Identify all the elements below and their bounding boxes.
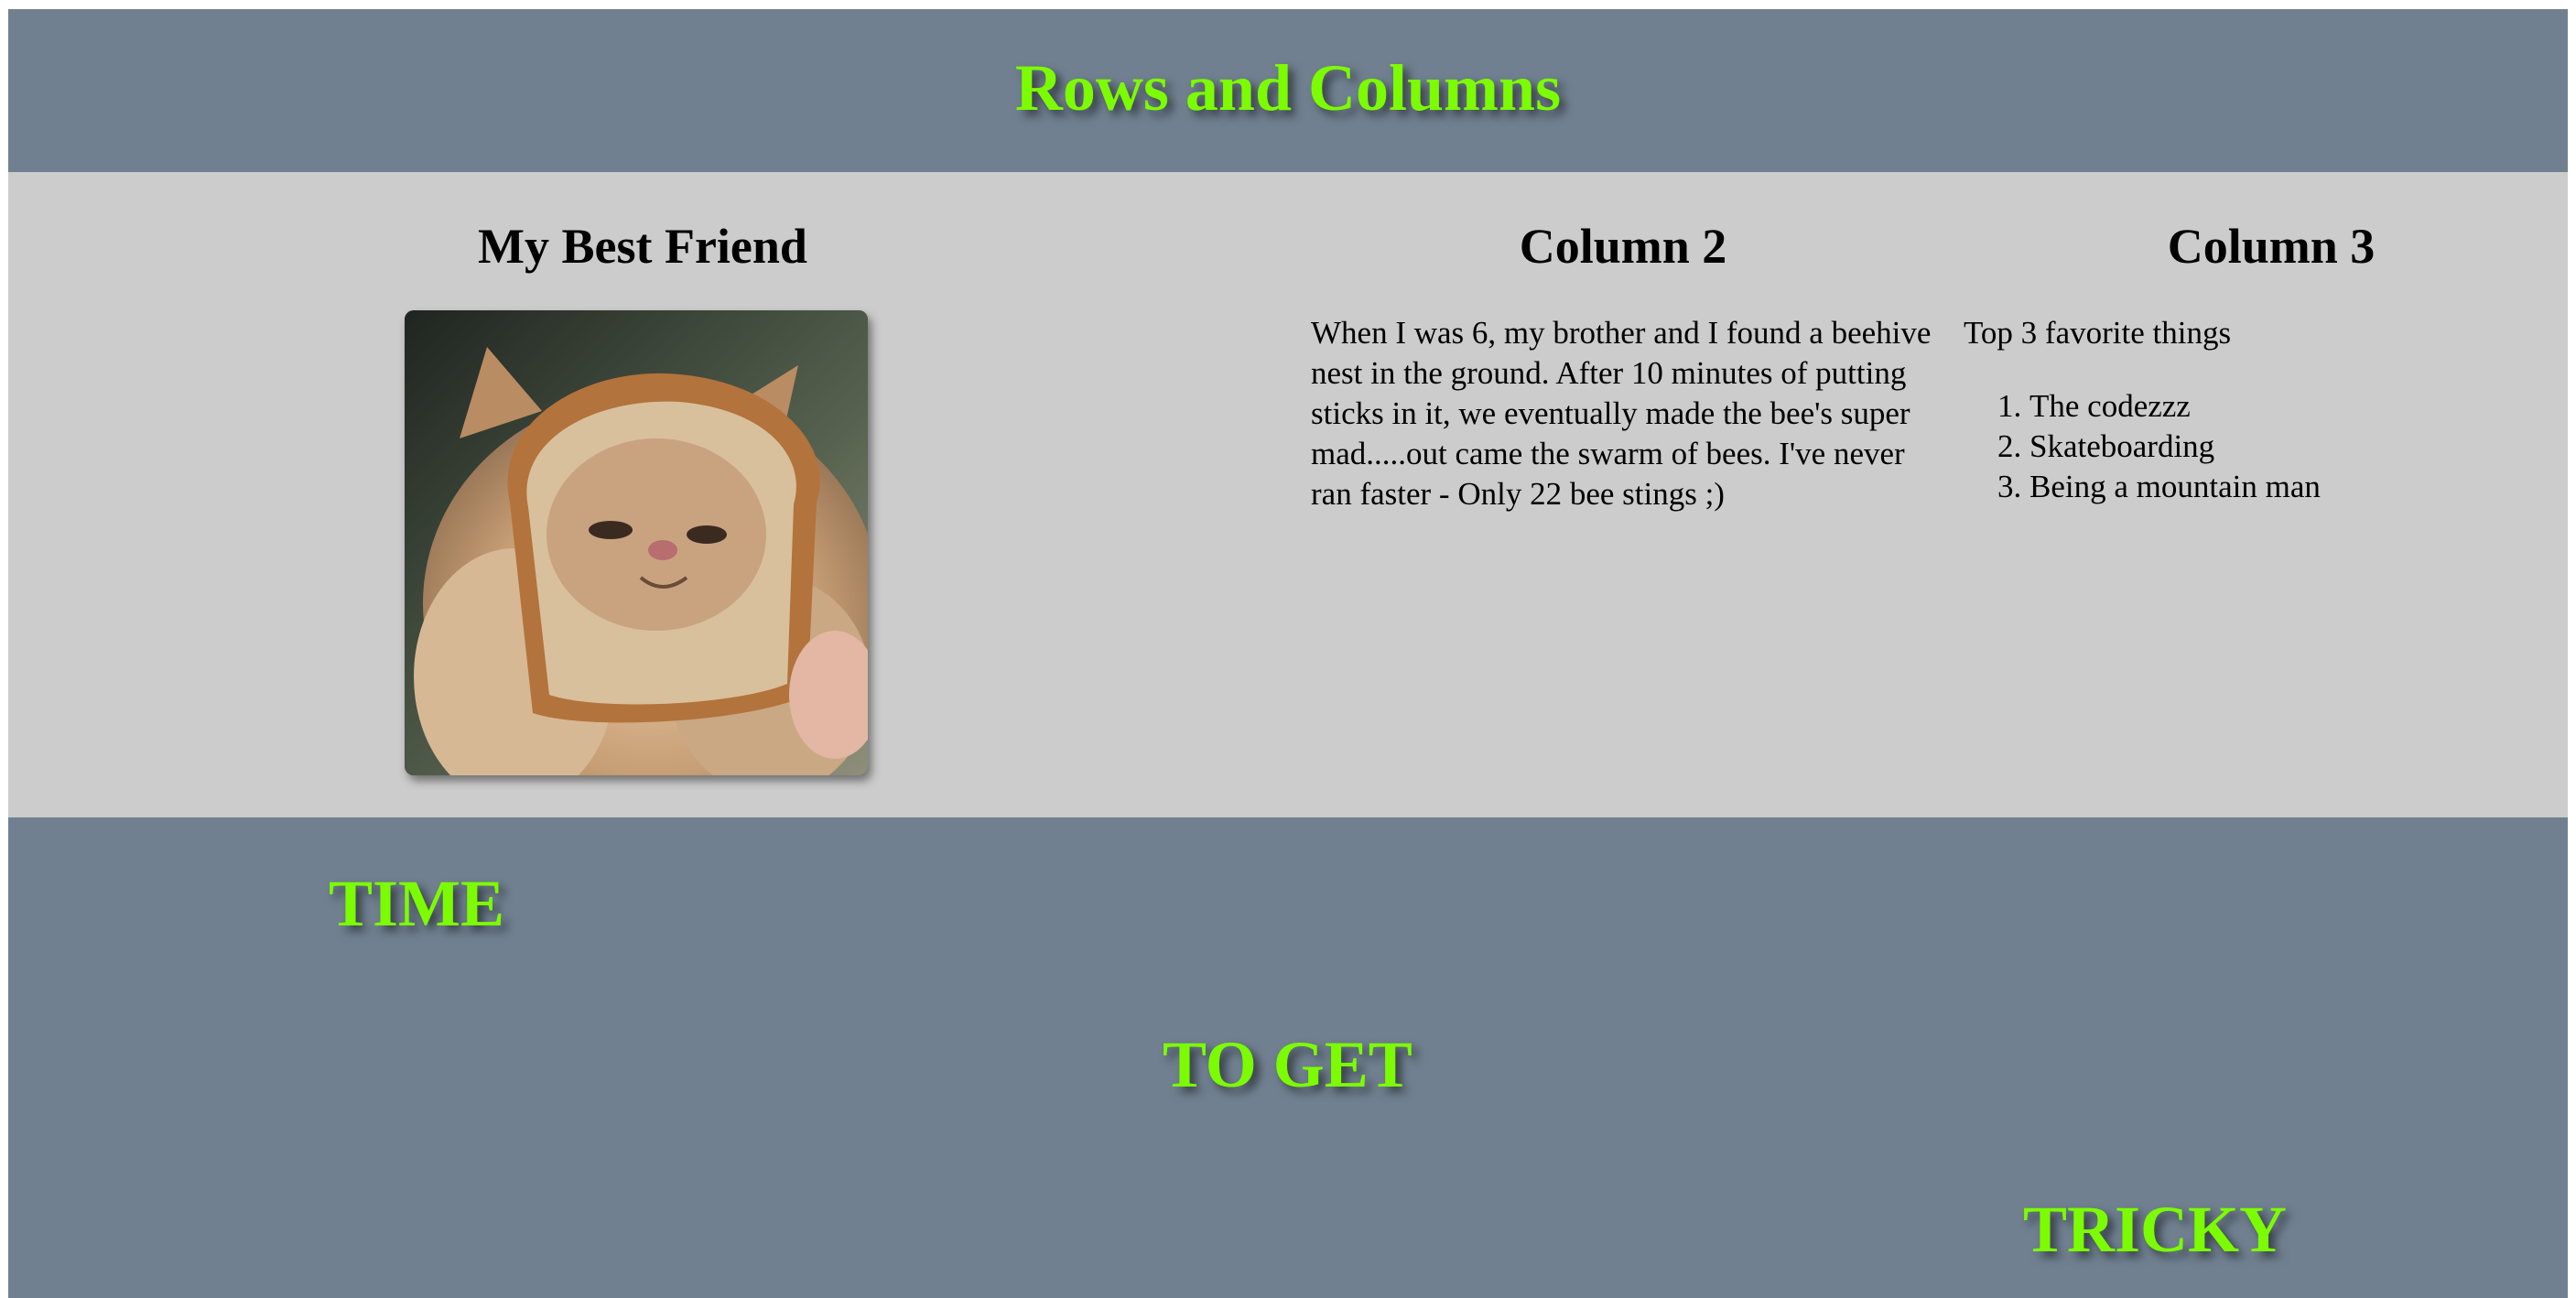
favorites-intro: Top 3 favorite things	[1964, 315, 2232, 351]
footer-word-to-get: TO GET	[1163, 1028, 1412, 1101]
cat-photo	[405, 310, 868, 775]
footer-word-tricky: TRICKY	[2023, 1193, 2288, 1266]
header: Rows and Columns	[8, 9, 2568, 172]
column-1-title: My Best Friend	[478, 219, 807, 274]
columns-row: My Best Friend Column 2 When I was 6, my…	[8, 172, 2568, 817]
column-3-title: Column 3	[2167, 219, 2376, 274]
list-item: Being a mountain man	[2029, 467, 2321, 507]
list-item: Skateboarding	[2029, 427, 2321, 467]
page: Rows and Columns My Best Friend Column 2…	[8, 9, 2568, 1298]
column-2-paragraph: When I was 6, my brother and I found a b…	[1311, 315, 1932, 512]
favorites-list: The codezzz Skateboarding Being a mounta…	[1964, 386, 2321, 507]
list-item: The codezzz	[2029, 386, 2321, 427]
footer-word-time: TIME	[329, 867, 505, 940]
column-2-title: Column 2	[1519, 219, 1727, 274]
footer: TIME TO GET TRICKY	[8, 817, 2568, 1298]
page-title: Rows and Columns	[1014, 51, 1562, 124]
